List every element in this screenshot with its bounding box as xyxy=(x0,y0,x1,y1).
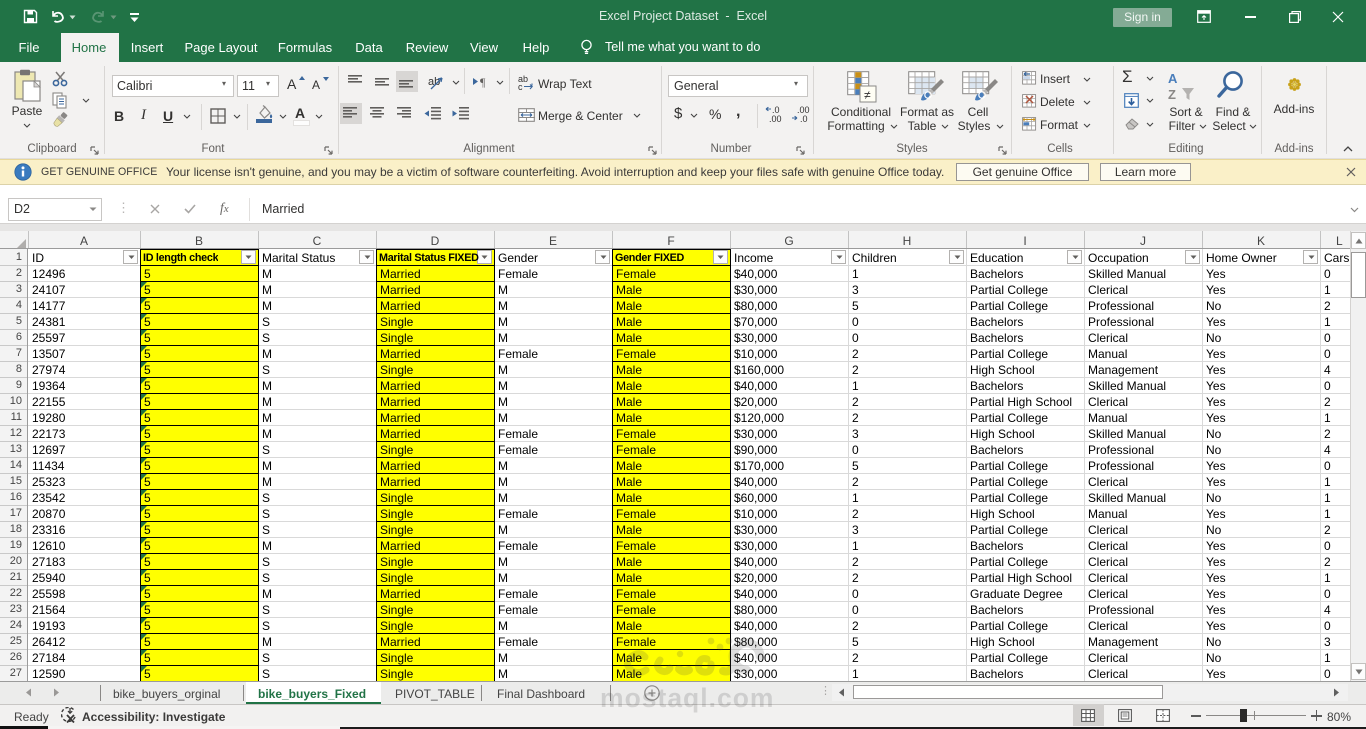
svg-text:c: c xyxy=(518,82,523,90)
svg-text:¶: ¶ xyxy=(480,75,486,88)
svg-text:.00: .00 xyxy=(769,114,782,123)
svg-text:≠: ≠ xyxy=(864,88,871,102)
svg-text:Z: Z xyxy=(1168,87,1176,102)
svg-text:A: A xyxy=(1168,71,1178,86)
svg-text:.0: .0 xyxy=(800,114,808,123)
